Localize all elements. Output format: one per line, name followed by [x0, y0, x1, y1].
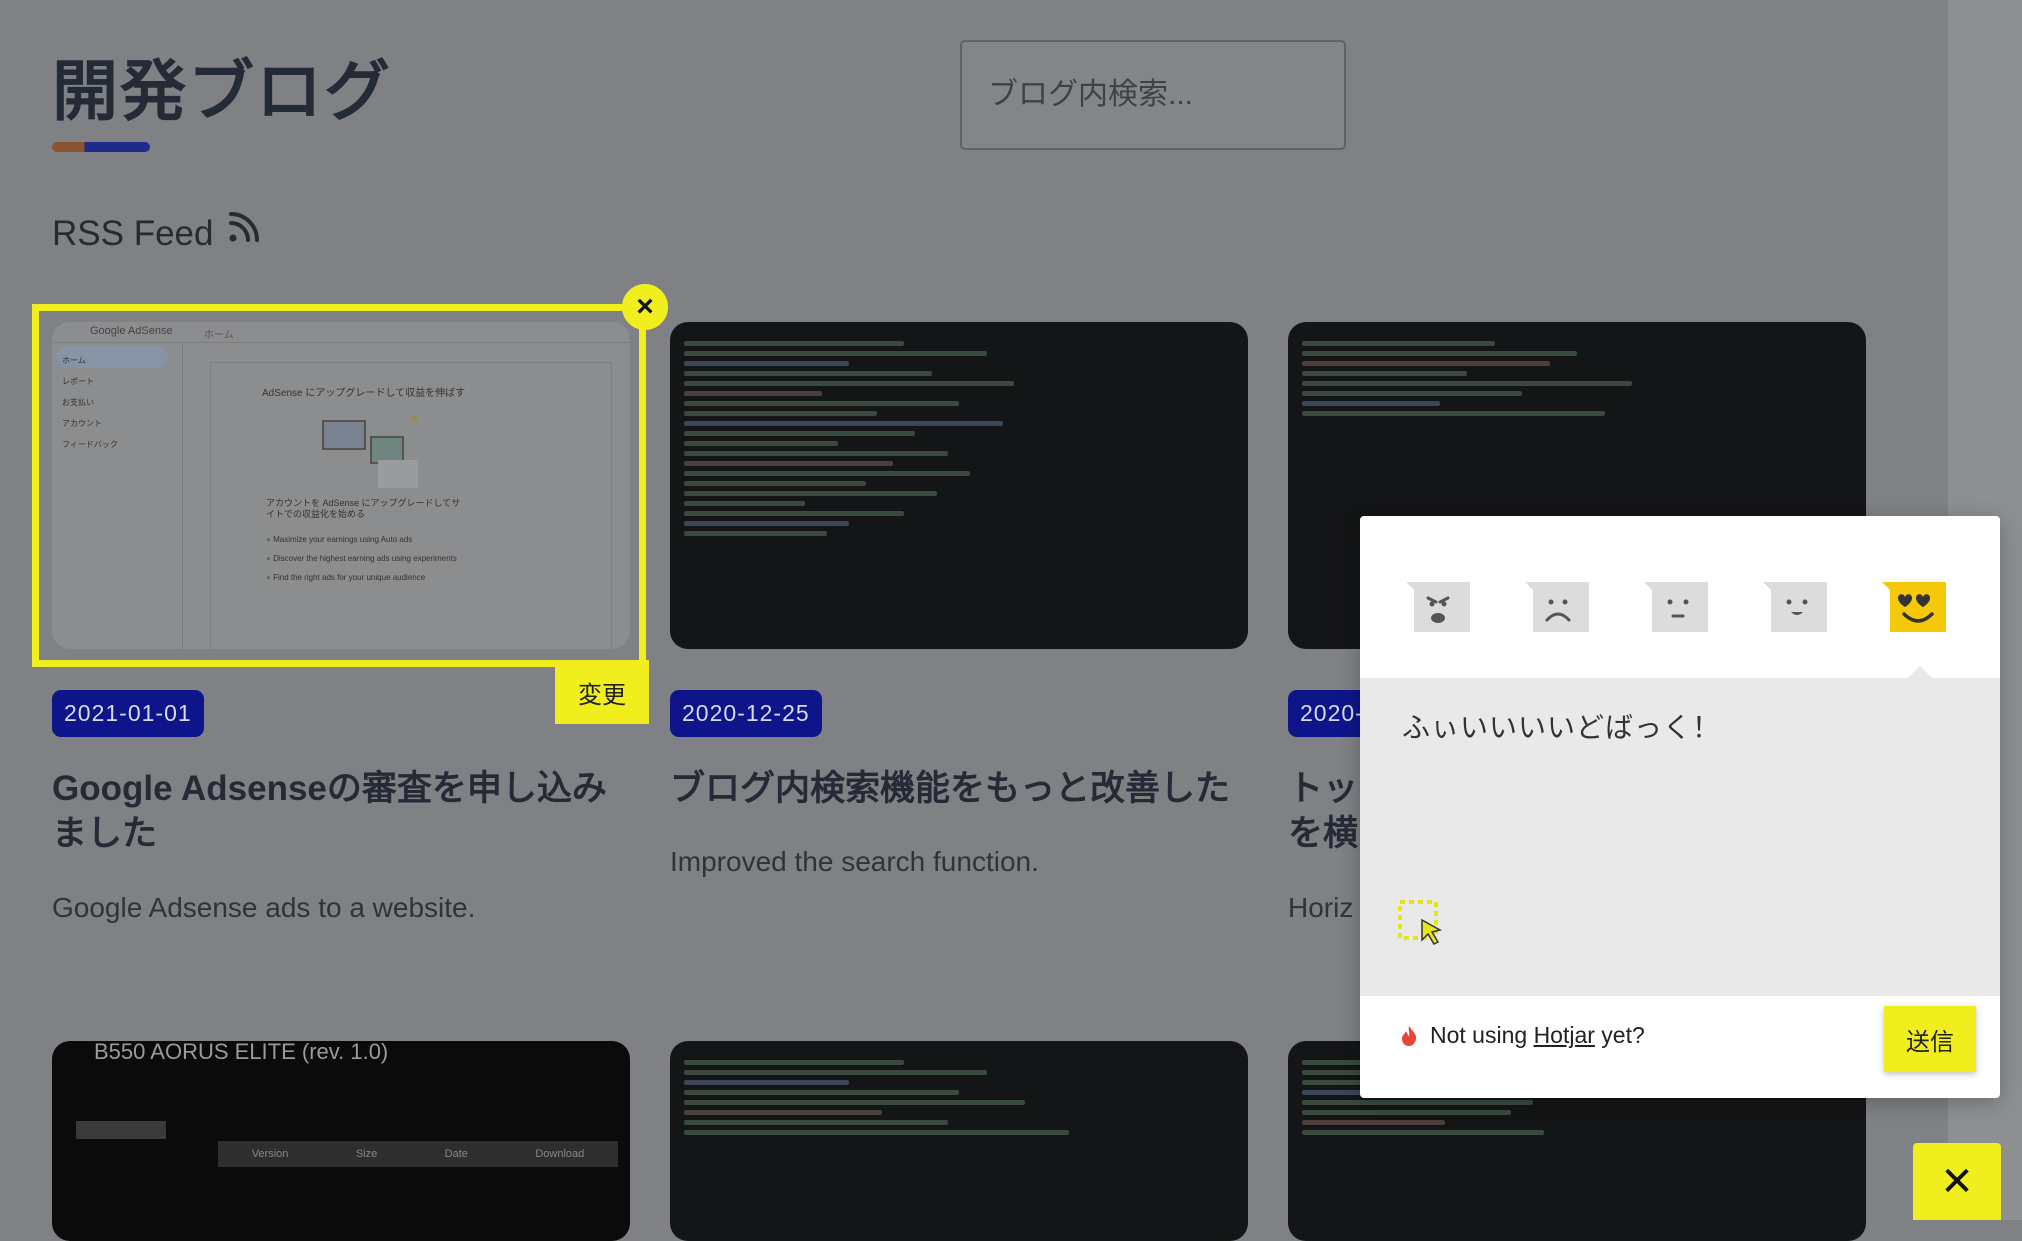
angry-face-icon[interactable] [1404, 580, 1472, 636]
code-screenshot [684, 1055, 1234, 1227]
selection-pointer [1908, 666, 1932, 678]
selected-element-highlight[interactable] [32, 304, 646, 667]
feedback-text: ふぃいいいいどばっく！ [1402, 712, 1722, 743]
column-header: Version [251, 1148, 289, 1160]
column-header: Download [535, 1148, 585, 1160]
feedback-textarea[interactable]: ふぃいいいいどばっく！ [1360, 678, 2000, 996]
hotjar-promo: Not using Hotjar yet? [1400, 1022, 1645, 1049]
rss-feed-link[interactable]: RSS Feed [52, 210, 261, 254]
date-badge: 2020-12-25 [670, 690, 822, 737]
select-element-icon[interactable] [1398, 900, 1446, 948]
promo-suffix: yet? [1594, 1022, 1645, 1048]
card-thumbnail[interactable]: B550 AORUS ELITE (rev. 1.0) Version Size… [52, 1041, 630, 1241]
download-table-header: Version Size Date Download [218, 1141, 618, 1167]
send-button[interactable]: 送信 [1884, 1006, 1976, 1072]
rss-label: RSS Feed [52, 214, 214, 253]
title-underline [52, 142, 150, 152]
column-header: Size [355, 1148, 378, 1160]
change-selection-button[interactable]: 変更 [555, 660, 649, 724]
date-badge: 2021-01-01 [52, 690, 204, 737]
sad-face-icon[interactable] [1523, 580, 1591, 636]
mood-rating [1404, 580, 1948, 636]
hotjar-link[interactable]: Hotjar [1534, 1022, 1595, 1048]
feedback-popup: ふぃいいいいどばっく！ Not using Hotjar yet? 送信 [1360, 516, 2000, 1098]
column-header: Date [444, 1148, 468, 1160]
flame-icon [1402, 1025, 1417, 1046]
search-input[interactable] [960, 40, 1346, 150]
promo-prefix: Not using [1430, 1022, 1534, 1048]
motherboard-heading: B550 AORUS ELITE (rev. 1.0) [94, 1041, 389, 1064]
code-screenshot [684, 336, 1234, 635]
card-description: Improved the search function. [670, 846, 1039, 877]
page-title: 開発ブログ [52, 54, 392, 128]
love-face-icon[interactable] [1880, 580, 1948, 636]
card-description: Horiz [1288, 892, 1354, 923]
card-description: Google Adsense ads to a website. [52, 892, 476, 923]
rss-icon [229, 212, 260, 242]
card-title[interactable]: Google Adsenseの審査を申し込みました [52, 766, 630, 856]
deselect-close-button[interactable]: × [622, 284, 668, 330]
card-thumbnail [670, 322, 1248, 649]
happy-face-icon[interactable] [1761, 580, 1829, 636]
card-thumbnail[interactable] [670, 1041, 1248, 1241]
card-title[interactable]: トッ を横 [1288, 766, 1368, 856]
close-feedback-button[interactable]: ✕ [1913, 1143, 2001, 1220]
card-title[interactable]: ブログ内検索機能をもっと改善した [670, 766, 1248, 811]
neutral-face-icon[interactable] [1642, 580, 1710, 636]
blog-card[interactable]: 2020-12-25 ブログ内検索機能をもっと改善した Improved the… [670, 322, 1248, 892]
